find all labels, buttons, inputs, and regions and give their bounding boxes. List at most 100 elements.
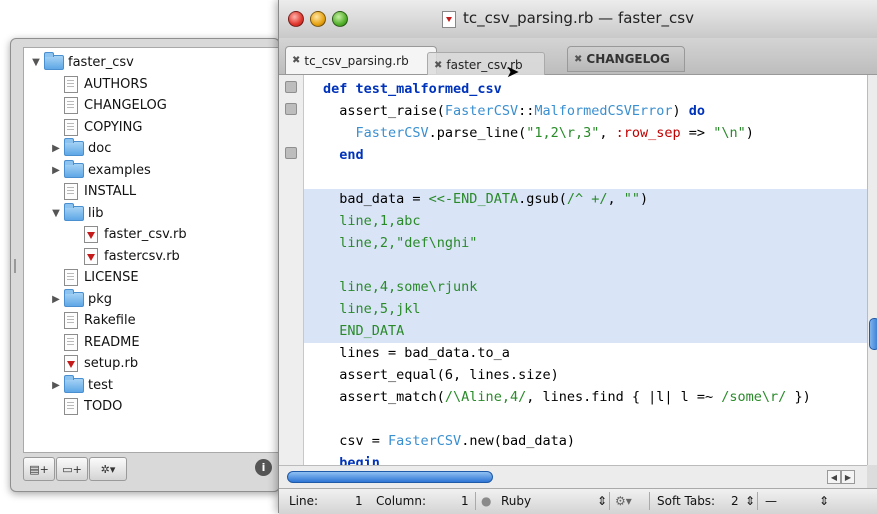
language-popup[interactable]: Ruby — [501, 494, 531, 508]
code-token: <<-END_DATA — [428, 191, 519, 207]
text-file-icon — [64, 312, 78, 329]
folder-icon — [64, 288, 84, 307]
ruby-file-icon — [84, 226, 98, 243]
project-item[interactable]: setup.rb — [50, 353, 138, 374]
project-item-label: README — [84, 334, 140, 350]
code-line: END_DATA — [323, 320, 404, 342]
horizontal-scrollbar[interactable]: ◀ ▶ — [279, 465, 867, 488]
code-token: csv = — [323, 433, 389, 449]
divider — [609, 492, 610, 510]
text-file-icon — [64, 398, 78, 415]
close-tab-icon[interactable]: ✖ — [574, 54, 582, 65]
project-item[interactable]: TODO — [50, 396, 122, 417]
code-token: .new(bad_data) — [461, 433, 575, 449]
code-token: .parse_line( — [428, 125, 527, 141]
soft-tabs-arrows-icon[interactable]: ⇕ — [745, 494, 755, 508]
project-item[interactable]: ▶ pkg — [50, 288, 112, 310]
disclosure-open-icon[interactable]: ▼ — [30, 57, 42, 68]
project-item[interactable]: faster_csv.rb — [70, 224, 187, 245]
disclosure-open-icon[interactable]: ▼ — [50, 208, 62, 219]
action-menu-button[interactable]: ✲▾ — [89, 457, 127, 481]
code-line: line,2,"def\nghi" — [323, 232, 477, 254]
project-item-label: INSTALL — [84, 184, 137, 199]
line-label: Line: — [289, 494, 319, 508]
project-item[interactable]: fastercsv.rb — [70, 246, 180, 267]
drawer-resize-grip[interactable] — [14, 259, 16, 273]
folder-icon — [44, 52, 64, 70]
code-line: FasterCSV.parse_line("1,2\r,3", :row_sep… — [323, 122, 754, 144]
soft-tabs-value[interactable]: 2 — [731, 494, 739, 508]
disclosure-closed-icon[interactable]: ▶ — [50, 380, 62, 391]
project-drawer: ▼ faster_csv AUTHORS CHANGELOG COPYING ▶ doc ▶ e… — [10, 38, 280, 492]
project-file-tree: ▼ faster_csv AUTHORS CHANGELOG COPYING ▶ doc ▶ e… — [23, 47, 279, 453]
code-line: assert_match(/\Aline,4/, lines.find { |l… — [323, 386, 810, 408]
project-item-label: Rakefile — [84, 313, 136, 328]
vertical-scroll-thumb[interactable] — [869, 318, 877, 350]
project-item[interactable]: CHANGELOG — [50, 95, 167, 116]
drawer-footer: ▤+ ▭+ ✲▾ i — [23, 457, 279, 483]
project-item-label: LICENSE — [84, 270, 139, 285]
scroll-left-icon[interactable]: ◀ — [827, 470, 841, 484]
tab-changelog[interactable]: ✖ CHANGELOG — [567, 46, 685, 72]
code-token: lines = bad_data.to_a — [323, 345, 510, 361]
title-bar[interactable]: tc_csv_parsing.rb — faster_csv — [279, 0, 877, 38]
disclosure-closed-icon[interactable]: ▶ — [50, 143, 62, 154]
close-tab-icon[interactable]: ✖ — [292, 55, 300, 66]
project-item[interactable]: COPYING — [50, 117, 142, 138]
project-item[interactable]: README — [50, 332, 140, 353]
code-token: line,4,some\rjunk — [323, 279, 478, 295]
code-line: csv = FasterCSV.new(bad_data) — [323, 430, 575, 452]
fold-toggle-icon[interactable] — [285, 81, 297, 93]
project-item[interactable]: AUTHORS — [50, 74, 148, 95]
project-item-label: CHANGELOG — [84, 98, 167, 113]
disclosure-closed-icon[interactable]: ▶ — [50, 294, 62, 305]
code-token: MalformedCSVError — [534, 103, 673, 119]
code-editor[interactable]: def test_malformed_csv assert_raise(Fast… — [279, 75, 867, 465]
soft-tabs-label[interactable]: Soft Tabs: — [657, 494, 715, 508]
code-token: /\Aline,4/ — [444, 389, 527, 405]
language-popup-arrows-icon[interactable]: ⇕ — [597, 494, 607, 508]
vertical-scrollbar[interactable] — [867, 75, 877, 465]
new-folder-button[interactable]: ▭+ — [56, 457, 88, 481]
fold-toggle-icon[interactable] — [285, 103, 297, 115]
line-gutter — [279, 75, 304, 465]
project-item[interactable]: ▶ examples — [50, 159, 151, 181]
symbol-popup-arrows-icon[interactable]: ⇕ — [819, 494, 829, 508]
project-item[interactable]: ▼ lib — [50, 202, 103, 224]
column-label: Column: — [376, 494, 426, 508]
project-item-label: setup.rb — [84, 356, 139, 371]
code-token: begin — [323, 455, 380, 465]
minimize-window-button[interactable] — [310, 11, 326, 27]
project-item[interactable]: ▶ test — [50, 374, 113, 396]
disclosure-closed-icon[interactable]: ▶ — [50, 165, 62, 176]
project-item-label: doc — [88, 141, 112, 156]
code-token: assert_equal(6, lines.size) — [323, 367, 559, 383]
tab-tc-csv-parsing[interactable]: ✖ tc_csv_parsing.rb — [285, 46, 437, 74]
code-line: line,1,abc — [323, 210, 421, 232]
horizontal-scroll-thumb[interactable] — [287, 471, 493, 483]
symbol-popup[interactable]: — — [765, 494, 777, 508]
project-item[interactable]: ▼ faster_csv — [30, 52, 134, 73]
code-token: line,1,abc — [323, 213, 421, 229]
code-line: begin — [323, 452, 380, 465]
project-item[interactable]: LICENSE — [50, 267, 139, 288]
code-token: line,2,"def\nghi" — [323, 235, 478, 251]
scroll-right-icon[interactable]: ▶ — [841, 470, 855, 484]
info-icon[interactable]: i — [255, 459, 272, 476]
gear-menu-icon[interactable]: ⚙▾ — [615, 494, 632, 508]
code-token: def test_malformed_csv — [323, 81, 502, 97]
code-token: "1,2\r,3" — [526, 125, 600, 141]
folder-icon — [64, 138, 84, 156]
project-item[interactable]: ▶ doc — [50, 138, 111, 159]
project-item[interactable]: Rakefile — [50, 310, 136, 331]
text-file-icon — [64, 333, 78, 351]
fold-toggle-icon[interactable] — [285, 147, 297, 159]
ruby-file-icon — [64, 355, 78, 372]
project-item[interactable]: INSTALL — [50, 181, 136, 202]
new-file-button[interactable]: ▤+ — [23, 457, 55, 481]
code-line: line,4,some\rjunk — [323, 276, 477, 298]
close-window-button[interactable] — [288, 11, 304, 27]
zoom-window-button[interactable] — [332, 11, 348, 27]
window-title: tc_csv_parsing.rb — faster_csv — [463, 9, 694, 27]
close-tab-icon[interactable]: ✖ — [434, 60, 442, 71]
